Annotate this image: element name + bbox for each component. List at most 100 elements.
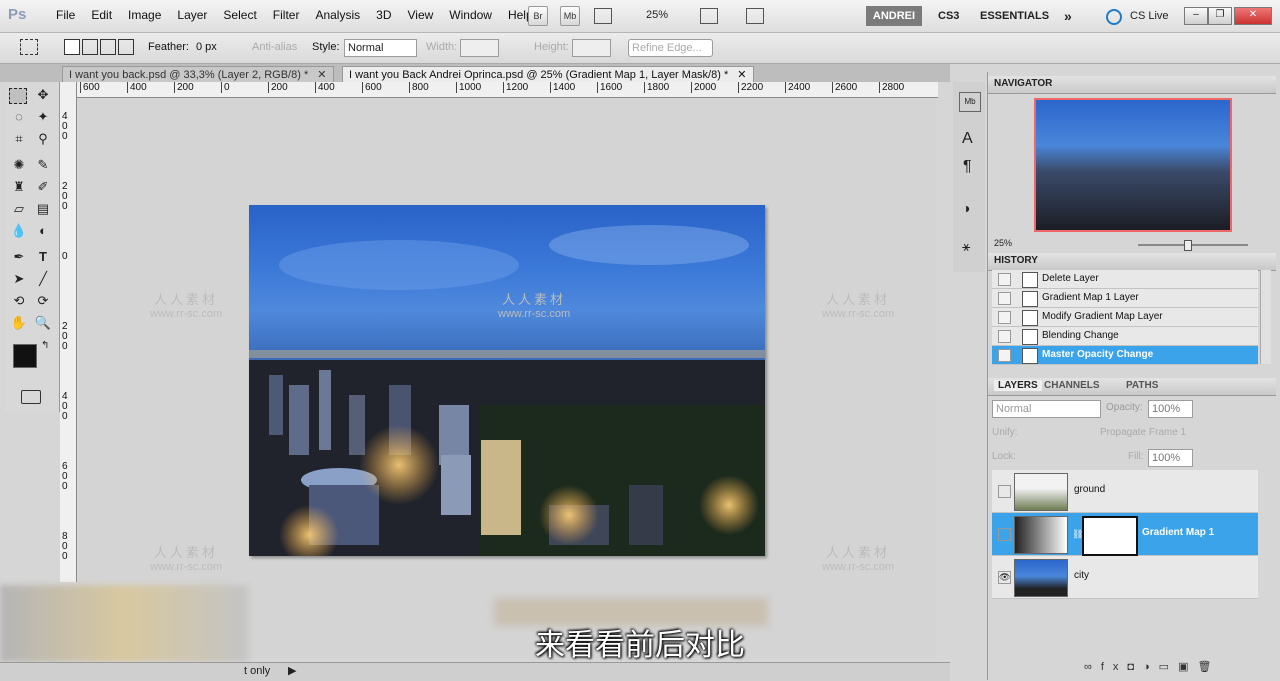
- magic-wand-tool-icon[interactable]: ✦: [33, 108, 53, 126]
- tab-paths[interactable]: PATHS: [1126, 380, 1158, 391]
- marquee-preset-icon[interactable]: [20, 39, 38, 55]
- menu-view[interactable]: View: [399, 8, 441, 22]
- bridge-button[interactable]: Br: [528, 6, 548, 26]
- mini-bridge-panel-icon[interactable]: Mb: [959, 92, 981, 112]
- workspace-cs3[interactable]: CS3: [938, 6, 959, 26]
- hand-tool-icon[interactable]: ✋: [9, 314, 29, 332]
- crop-tool-icon[interactable]: ⌗: [9, 130, 29, 148]
- feather-input[interactable]: 0 px: [196, 41, 217, 53]
- clone-stamp-tool-icon[interactable]: ♜: [9, 178, 29, 196]
- eraser-tool-icon[interactable]: ▱: [9, 200, 29, 218]
- history-header[interactable]: HISTORY: [988, 253, 1276, 271]
- menu-window[interactable]: Window: [441, 8, 500, 22]
- visibility-toggle[interactable]: [998, 485, 1011, 498]
- history-checkbox[interactable]: [998, 273, 1011, 286]
- blur-tool-icon[interactable]: 💧: [9, 222, 29, 240]
- gradient-tool-icon[interactable]: ▤: [33, 200, 53, 218]
- close-button[interactable]: ✕: [1234, 7, 1272, 25]
- menu-analysis[interactable]: Analysis: [307, 8, 368, 22]
- history-scrollbar[interactable]: [1260, 270, 1271, 364]
- opacity-input[interactable]: 100%: [1148, 400, 1193, 418]
- screen-mode-icon[interactable]: [746, 8, 764, 24]
- menu-3d[interactable]: 3D: [368, 8, 399, 22]
- menu-file[interactable]: File: [48, 8, 83, 22]
- tab-close-icon[interactable]: ✕: [317, 69, 326, 81]
- tab-i-want-you-back[interactable]: I want you back.psd @ 33,3% (Layer 2, RG…: [62, 66, 334, 83]
- history-checkbox[interactable]: [998, 292, 1011, 305]
- tab-close-icon[interactable]: ✕: [737, 69, 746, 81]
- zoom-tool-icon[interactable]: 🔍: [33, 314, 53, 332]
- history-checkbox[interactable]: [998, 349, 1011, 362]
- type-tool-icon[interactable]: T: [33, 248, 53, 266]
- propagate-frame-checkbox[interactable]: Propagate Frame 1: [1100, 427, 1186, 438]
- history-item[interactable]: Blending Change: [992, 327, 1258, 346]
- workspace-essentials[interactable]: ESSENTIALS: [980, 6, 1049, 26]
- swap-colors-icon[interactable]: ↰: [41, 340, 49, 351]
- new-selection-icon[interactable]: [64, 39, 80, 55]
- 3d-rotate-tool-icon[interactable]: ⟲: [9, 292, 29, 310]
- width-input[interactable]: [460, 39, 499, 57]
- path-selection-tool-icon[interactable]: ➤: [9, 270, 29, 288]
- tab-layers[interactable]: LAYERS: [994, 380, 1042, 391]
- foreground-color-swatch[interactable]: [13, 344, 37, 368]
- eye-icon[interactable]: 👁: [998, 571, 1011, 584]
- history-brush-tool-icon[interactable]: ✐: [33, 178, 53, 196]
- more-workspaces-icon[interactable]: »: [1064, 6, 1072, 26]
- zoom-slider-handle[interactable]: [1184, 240, 1192, 251]
- menu-filter[interactable]: Filter: [265, 8, 308, 22]
- character-panel-icon[interactable]: A: [962, 130, 973, 148]
- navigator-zoom[interactable]: 25%: [994, 238, 1012, 248]
- quick-mask-icon[interactable]: [21, 390, 41, 404]
- subtract-selection-icon[interactable]: [100, 39, 116, 55]
- anti-alias-checkbox[interactable]: Anti-alias: [252, 41, 297, 53]
- layer-gradient-map-1[interactable]: ⛓ Gradient Map 1: [992, 513, 1258, 556]
- zoom-level[interactable]: 25%: [646, 9, 668, 21]
- cs-live-button[interactable]: CS Live: [1130, 10, 1169, 22]
- eyedropper-tool-icon[interactable]: ⚲: [33, 130, 53, 148]
- workspace-andrei[interactable]: ANDREI: [866, 6, 922, 26]
- view-extras-icon[interactable]: [594, 8, 612, 24]
- tab-channels[interactable]: CHANNELS: [1044, 380, 1100, 391]
- lasso-tool-icon[interactable]: ◌: [9, 108, 29, 126]
- paragraph-panel-icon[interactable]: ¶: [963, 158, 972, 176]
- style-select[interactable]: Normal: [344, 39, 417, 57]
- arrange-documents-icon[interactable]: [700, 8, 718, 24]
- history-checkbox[interactable]: [998, 311, 1011, 324]
- menu-image[interactable]: Image: [120, 8, 169, 22]
- tool-presets-panel-icon[interactable]: ⚹: [962, 238, 970, 255]
- layers-footer-icons[interactable]: ∞fx◘◑▭▣🗑: [1084, 660, 1254, 674]
- navigator-preview[interactable]: [1034, 98, 1232, 232]
- tab-andrei-oprinca[interactable]: I want you Back Andrei Oprinca.psd @ 25%…: [342, 66, 754, 83]
- history-item[interactable]: Delete Layer: [992, 270, 1258, 289]
- move-tool-icon[interactable]: ✥: [33, 86, 53, 104]
- 3d-orbit-tool-icon[interactable]: ⟳: [33, 292, 53, 310]
- dodge-tool-icon[interactable]: ◐: [33, 222, 53, 240]
- navigator-header[interactable]: NAVIGATOR: [988, 76, 1276, 94]
- line-tool-icon[interactable]: ╱: [33, 270, 53, 288]
- menu-select[interactable]: Select: [215, 8, 264, 22]
- menu-layer[interactable]: Layer: [169, 8, 215, 22]
- restore-button[interactable]: ❐: [1208, 7, 1232, 25]
- refine-edge-button[interactable]: Refine Edge...: [628, 39, 713, 57]
- clone-source-panel-icon[interactable]: ◑: [962, 200, 970, 216]
- intersect-selection-icon[interactable]: [118, 39, 134, 55]
- layer-city[interactable]: 👁 city: [992, 556, 1258, 599]
- layer-ground[interactable]: ground: [992, 470, 1258, 513]
- history-item[interactable]: Modify Gradient Map Layer: [992, 308, 1258, 327]
- menu-edit[interactable]: Edit: [83, 8, 120, 22]
- fill-input[interactable]: 100%: [1148, 449, 1193, 467]
- pen-tool-icon[interactable]: ✒: [9, 248, 29, 266]
- visibility-toggle[interactable]: [998, 528, 1011, 541]
- add-selection-icon[interactable]: [82, 39, 98, 55]
- status-menu-arrow-icon[interactable]: ▶: [288, 664, 296, 677]
- brush-tool-icon[interactable]: ✎: [33, 156, 53, 174]
- mini-bridge-button[interactable]: Mb: [560, 6, 580, 26]
- spot-healing-tool-icon[interactable]: ✺: [9, 156, 29, 174]
- blend-mode-select[interactable]: Normal: [992, 400, 1101, 418]
- minimize-button[interactable]: –: [1184, 7, 1208, 25]
- history-checkbox[interactable]: [998, 330, 1011, 343]
- height-input[interactable]: [572, 39, 611, 57]
- rectangular-marquee-tool-icon[interactable]: [9, 88, 27, 104]
- layer-mask-thumbnail[interactable]: [1082, 516, 1138, 556]
- navigator-zoom-slider[interactable]: [1138, 244, 1248, 246]
